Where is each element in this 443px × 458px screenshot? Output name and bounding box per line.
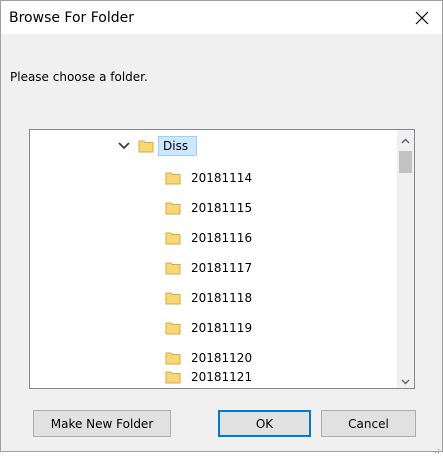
scroll-down-button[interactable] xyxy=(397,371,414,388)
tree-node-label[interactable]: 20181115 xyxy=(191,201,252,215)
tree-node-child[interactable]: 20181115 xyxy=(165,197,252,219)
browse-for-folder-dialog: Browse For Folder Please choose a folder… xyxy=(0,0,443,454)
chevron-down-icon[interactable] xyxy=(116,138,132,154)
tree-node-label[interactable]: 20181114 xyxy=(191,171,252,185)
folder-icon xyxy=(165,320,181,336)
tree-node-label[interactable]: 20181117 xyxy=(191,261,252,275)
title-bar: Browse For Folder xyxy=(1,1,442,34)
cancel-button[interactable]: Cancel xyxy=(321,410,416,437)
folder-icon xyxy=(165,369,181,385)
tree-node-child[interactable]: 20181116 xyxy=(165,227,252,249)
tree-node-label[interactable]: 20181119 xyxy=(191,321,252,335)
close-button[interactable] xyxy=(402,1,442,34)
folder-icon xyxy=(165,290,181,306)
close-icon xyxy=(415,6,429,30)
tree-node-label[interactable]: 20181121 xyxy=(191,370,252,384)
tree-node-child[interactable]: 20181114 xyxy=(165,167,252,189)
resize-grip[interactable] xyxy=(430,439,440,454)
tree-node-label[interactable]: 20181118 xyxy=(191,291,252,305)
dialog-title: Browse For Folder xyxy=(9,10,135,26)
tree-node-child[interactable]: 20181121 xyxy=(165,366,252,388)
tree-node-child[interactable]: 20181117 xyxy=(165,257,252,279)
vertical-scrollbar[interactable] xyxy=(397,130,414,388)
tree-node-child[interactable]: 20181119 xyxy=(165,317,252,339)
folder-icon xyxy=(165,170,181,186)
tree-node-label[interactable]: 20181116 xyxy=(191,231,252,245)
tree-node-label[interactable]: 20181120 xyxy=(191,351,252,365)
folder-icon xyxy=(165,200,181,216)
tree-node-root[interactable]: Diss xyxy=(116,135,198,157)
prompt-text: Please choose a folder. xyxy=(10,70,148,84)
folder-icon xyxy=(165,350,181,366)
folder-tree[interactable]: Diss 20181114 20181115 20181116 20181117 xyxy=(29,129,415,389)
tree-node-child[interactable]: 20181118 xyxy=(165,287,252,309)
chevron-up-icon xyxy=(401,130,410,148)
folder-icon xyxy=(138,138,154,154)
scroll-thumb[interactable] xyxy=(399,151,412,173)
scroll-up-button[interactable] xyxy=(397,130,414,147)
ok-button[interactable]: OK xyxy=(218,410,311,437)
chevron-down-icon xyxy=(401,370,410,388)
folder-icon xyxy=(165,230,181,246)
make-new-folder-button[interactable]: Make New Folder xyxy=(33,410,171,437)
tree-node-label[interactable]: Diss xyxy=(158,136,198,156)
folder-icon xyxy=(165,260,181,276)
